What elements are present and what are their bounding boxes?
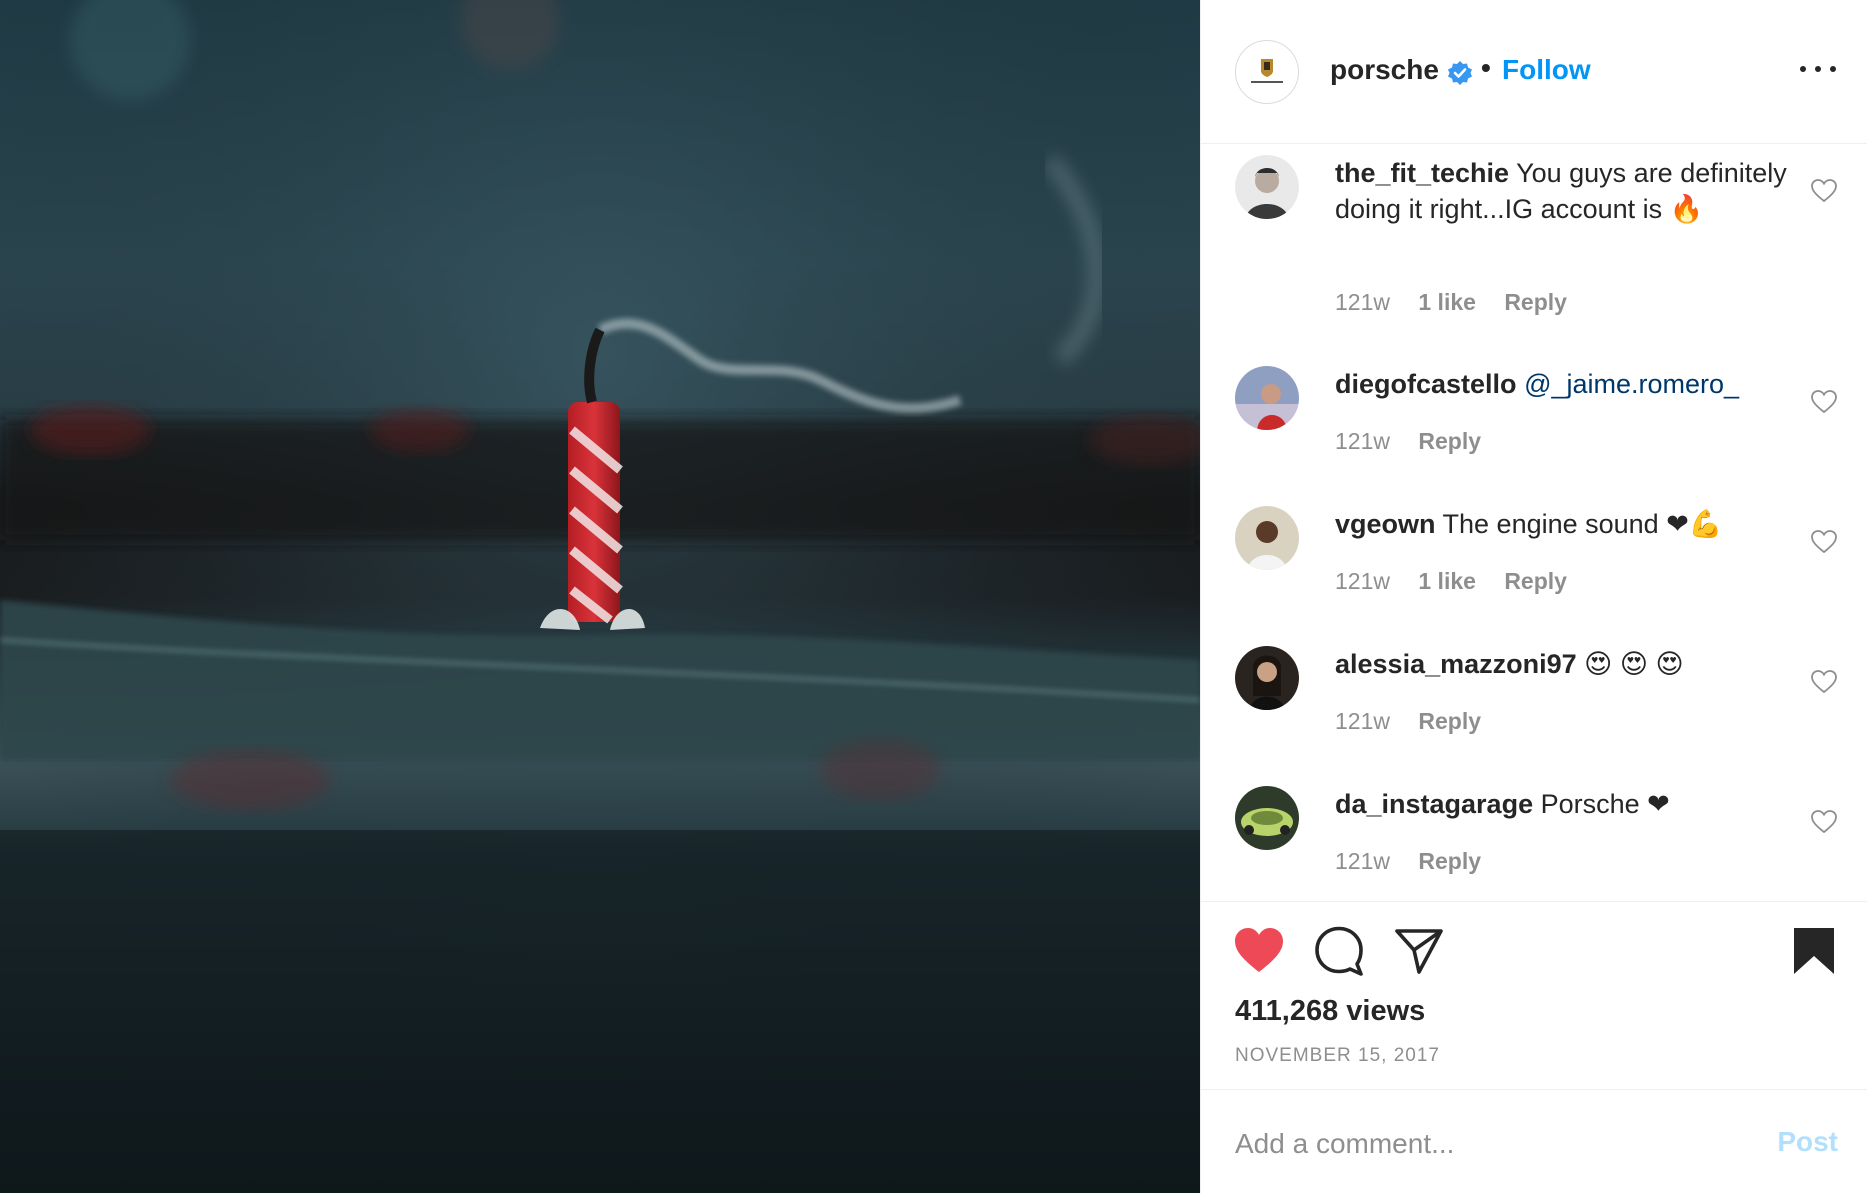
comment-like-heart-icon[interactable] [1811,390,1837,414]
comment-text: Porsche ❤ [1540,789,1670,819]
bookmark-icon[interactable] [1791,926,1837,976]
comments-list[interactable]: the_fit_techie You guys are definitely d… [1201,145,1867,900]
porsche-crest-icon [1251,59,1283,83]
comment-username[interactable]: vgeown [1335,509,1436,539]
comment-username[interactable]: diegofcastello [1335,369,1517,399]
commenter-avatar[interactable] [1235,155,1299,219]
post-header: porsche • Follow [1201,0,1867,144]
comment-likes[interactable]: 1 like [1418,568,1476,594]
comment-username[interactable]: da_instagarage [1335,789,1533,819]
commenter-avatar[interactable] [1235,786,1299,850]
candle-photo [0,0,1200,1193]
commenter-avatar[interactable] [1235,646,1299,710]
comment-age[interactable]: 121w [1335,568,1390,594]
reply-button[interactable]: Reply [1504,568,1567,594]
comment-text: 😍 😍 😍 [1584,649,1684,679]
comment-like-heart-icon[interactable] [1811,530,1837,554]
follow-button[interactable]: Follow [1502,54,1591,86]
comment-mention[interactable]: @_jaime.romero_ [1524,369,1739,399]
add-comment-input[interactable] [1235,1124,1735,1164]
comment-likes[interactable]: 1 like [1418,289,1476,315]
commenter-avatar[interactable] [1235,506,1299,570]
share-icon[interactable] [1393,926,1445,976]
more-options-icon[interactable] [1800,56,1836,80]
comment-like-heart-icon[interactable] [1811,810,1837,834]
reply-button[interactable]: Reply [1504,289,1567,315]
comment-age[interactable]: 121w [1335,708,1390,734]
comment-icon[interactable] [1313,926,1365,976]
comment-age[interactable]: 121w [1335,848,1390,874]
post-date[interactable]: NOVEMBER 15, 2017 [1235,1045,1440,1067]
comment-meta: 121w 1 like Reply [1335,289,1589,316]
comment-age[interactable]: 121w [1335,289,1390,315]
comment-text: The engine sound ❤💪 [1442,509,1723,539]
comment-meta: 121w Reply [1335,428,1503,455]
comment-age[interactable]: 121w [1335,428,1390,454]
comment-username[interactable]: the_fit_techie [1335,158,1509,188]
heart-icon[interactable] [1233,926,1285,976]
comment-meta: 121w 1 like Reply [1335,568,1589,595]
add-comment-bar: Post [1201,1089,1867,1193]
reply-button[interactable]: Reply [1418,708,1481,734]
post-panel: porsche • Follow the_fit_techie You guys… [1200,0,1867,1193]
comment-like-heart-icon[interactable] [1811,179,1837,203]
verified-badge-icon [1448,61,1472,85]
post-comment-button[interactable]: Post [1777,1126,1838,1158]
post-actions: 411,268 views NOVEMBER 15, 2017 [1201,901,1867,1091]
comment-like-heart-icon[interactable] [1811,670,1837,694]
header-separator: • [1481,52,1491,83]
comment-meta: 121w Reply [1335,708,1503,735]
comment-meta: 121w Reply [1335,848,1503,875]
views-count[interactable]: 411,268 views [1235,995,1425,1028]
post-media[interactable] [0,0,1200,1193]
commenter-avatar[interactable] [1235,366,1299,430]
reply-button[interactable]: Reply [1418,848,1481,874]
reply-button[interactable]: Reply [1418,428,1481,454]
comment-username[interactable]: alessia_mazzoni97 [1335,649,1577,679]
author-username[interactable]: porsche [1330,54,1439,86]
author-avatar[interactable] [1235,40,1299,104]
